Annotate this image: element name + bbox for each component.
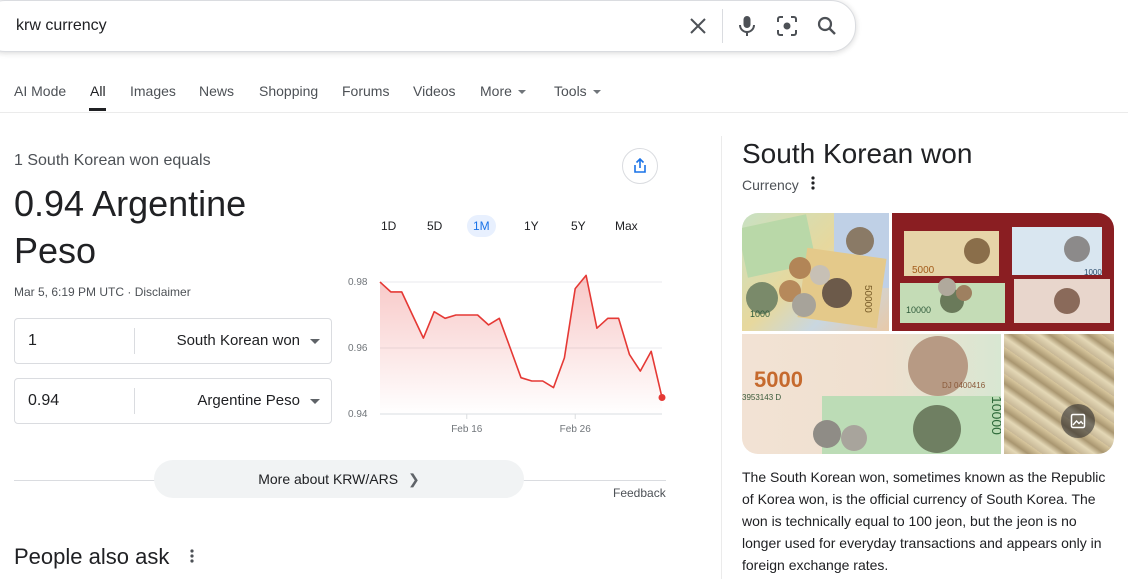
tab-images[interactable]: Images: [130, 83, 176, 99]
field-separator: [134, 388, 135, 414]
gallery-image[interactable]: 50000 1000: [742, 213, 889, 331]
banknote-illustration: 50000 1000: [742, 213, 889, 329]
y-tick-label: 0.98: [348, 277, 368, 288]
banknote-illustration: 5000 DJ 0400416 3953143 D 10000: [742, 336, 1001, 454]
to-currency-select[interactable]: Argentine Peso: [197, 392, 300, 409]
panel-divider: [721, 136, 722, 579]
banknote-denomination: 50000: [862, 285, 873, 313]
share-icon: [634, 158, 646, 173]
image-gallery: 50000 1000 5000 10000 1000 5000 DJ 04004…: [742, 213, 1114, 454]
tab-more[interactable]: More: [480, 83, 526, 99]
tab-more-label: More: [480, 83, 512, 99]
people-also-ask-heading: People also ask: [14, 544, 170, 569]
clear-icon[interactable]: [686, 14, 710, 38]
x-tick-label: Feb 26: [560, 424, 592, 435]
knowledge-panel-subtitle: Currency: [742, 177, 799, 193]
tab-all[interactable]: All: [90, 83, 106, 99]
exchange-rate-chart[interactable]: 0.98 0.96 0.94 Feb 16 Feb 26: [340, 262, 670, 442]
meta-separator: ·: [124, 285, 135, 299]
lens-icon[interactable]: [775, 14, 799, 38]
from-currency-select[interactable]: South Korean won: [177, 332, 300, 349]
more-options-icon[interactable]: [811, 176, 815, 195]
banknote-illustration: 5000 10000 1000: [900, 227, 1110, 323]
more-about-label: More about KRW/ARS: [258, 471, 399, 487]
chevron-right-icon: ❯: [408, 470, 420, 487]
more-options-icon[interactable]: [190, 549, 194, 568]
knowledge-panel-description: The South Korean won, sometimes known as…: [742, 469, 1106, 573]
range-5y[interactable]: 5Y: [571, 219, 586, 233]
search-tabs: AI Mode All Images News Shopping Forums …: [0, 82, 1128, 113]
tab-tools[interactable]: Tools: [554, 83, 601, 99]
share-button[interactable]: [622, 148, 658, 184]
disclaimer-link[interactable]: Disclaimer: [135, 285, 191, 299]
tab-ai-mode[interactable]: AI Mode: [14, 83, 66, 99]
active-tab-indicator: [89, 108, 106, 111]
tab-shopping[interactable]: Shopping: [259, 83, 318, 99]
conversion-result-line2: Peso: [14, 230, 97, 271]
gallery-image[interactable]: 5000 10000 1000: [892, 213, 1114, 331]
banknote-denomination: 10000: [906, 305, 931, 315]
range-5d[interactable]: 5D: [427, 219, 442, 233]
to-currency-row: 0.94 Argentine Peso: [14, 378, 332, 424]
banknote-denomination: 1000: [750, 309, 770, 319]
gallery-image[interactable]: [1004, 334, 1114, 454]
image-icon: [1070, 413, 1086, 429]
banknote-denomination: 1000: [1084, 268, 1102, 277]
from-currency-row: 1 South Korean won: [14, 318, 332, 364]
chevron-down-icon: [592, 90, 601, 95]
more-about-button[interactable]: More about KRW/ARS ❯: [154, 460, 524, 498]
current-value-dot: [658, 394, 666, 401]
chevron-down-icon: [517, 90, 526, 95]
y-tick-label: 0.94: [348, 409, 368, 420]
feedback-link[interactable]: Feedback: [613, 486, 666, 500]
conversion-equals-text: 1 South Korean won equals: [14, 152, 211, 169]
tab-tools-label: Tools: [554, 83, 587, 99]
tab-news[interactable]: News: [199, 83, 234, 99]
conversion-result: 0.94 Argentine Peso: [14, 180, 314, 274]
to-amount-input[interactable]: 0.94: [28, 392, 59, 410]
view-images-button[interactable]: [1061, 404, 1095, 438]
banknote-denomination: 10000: [989, 396, 1001, 435]
mic-icon[interactable]: [735, 14, 759, 38]
timestamp: Mar 5, 6:19 PM UTC: [14, 285, 125, 299]
tab-forums[interactable]: Forums: [342, 83, 389, 99]
serial-number: 3953143 D: [742, 393, 781, 402]
range-1y[interactable]: 1Y: [524, 219, 539, 233]
range-1m[interactable]: 1M: [467, 215, 496, 237]
search-icon[interactable]: [815, 14, 839, 38]
range-1d[interactable]: 1D: [381, 219, 396, 233]
y-tick-label: 0.96: [348, 343, 368, 354]
conversion-meta: Mar 5, 6:19 PM UTC · Disclaimer: [14, 285, 191, 299]
dropdown-arrow-icon[interactable]: [310, 399, 320, 404]
gallery-image[interactable]: 5000 DJ 0400416 3953143 D 10000: [742, 334, 1001, 454]
banknote-denomination: 5000: [912, 265, 935, 276]
search-input[interactable]: krw currency: [16, 17, 107, 35]
range-max[interactable]: Max: [615, 219, 638, 233]
conversion-result-line1: 0.94 Argentine: [14, 183, 247, 224]
knowledge-panel-title: South Korean won: [742, 138, 973, 169]
search-divider: [722, 9, 723, 43]
serial-number: DJ 0400416: [942, 381, 986, 390]
series-area: [380, 275, 662, 414]
field-separator: [134, 328, 135, 354]
search-box[interactable]: krw currency: [0, 0, 856, 52]
banknote-denomination: 5000: [754, 367, 803, 392]
tab-videos[interactable]: Videos: [413, 83, 456, 99]
dropdown-arrow-icon[interactable]: [310, 339, 320, 344]
from-amount-input[interactable]: 1: [28, 332, 37, 350]
x-tick-label: Feb 16: [451, 424, 483, 435]
